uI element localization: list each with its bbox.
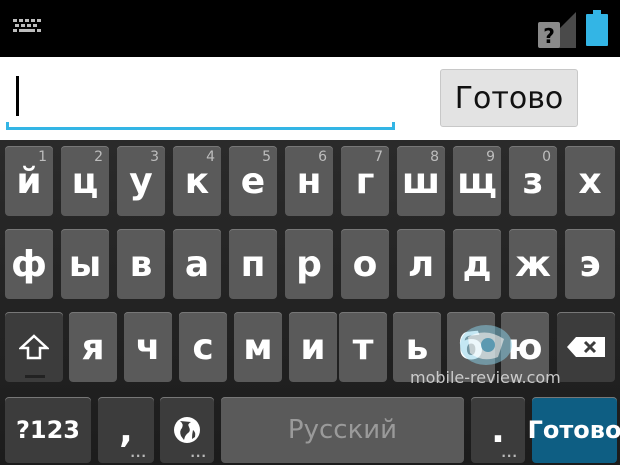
key-9[interactable]: щ9 — [453, 146, 501, 216]
done-button[interactable]: Готово — [440, 69, 578, 127]
key-2[interactable]: ц2 — [61, 146, 109, 216]
done-action-key[interactable]: Готово — [528, 397, 620, 463]
text-input[interactable] — [6, 57, 395, 130]
period-key[interactable]: .... — [471, 397, 525, 463]
key-row3-1[interactable]: я — [69, 312, 117, 382]
globe-icon — [174, 417, 200, 443]
key-1[interactable]: й1 — [5, 146, 53, 216]
watermark-logo — [460, 325, 512, 365]
keyboard-notification-icon — [13, 19, 41, 32]
key-row3-2[interactable]: ч — [124, 312, 172, 382]
input-underline — [6, 122, 395, 130]
key-11[interactable]: х — [565, 146, 615, 216]
key-row2-1[interactable]: ф — [5, 229, 53, 299]
shift-key[interactable] — [5, 312, 63, 382]
text-input-area: Готово — [0, 57, 620, 140]
on-screen-keyboard: й1 ц2 у3 к4 е5 н6 г7 ш8 щ9 з0 х ф ы в а … — [0, 140, 620, 465]
key-10[interactable]: з0 — [509, 146, 557, 216]
key-row2-9[interactable]: д — [453, 229, 501, 299]
battery-icon — [586, 10, 608, 46]
language-key[interactable]: ... — [160, 397, 214, 463]
key-row2-11[interactable]: э — [565, 229, 615, 299]
shift-arrow-icon — [19, 334, 49, 360]
key-row2-3[interactable]: в — [117, 229, 165, 299]
key-row3-3[interactable]: с — [179, 312, 227, 382]
key-row2-6[interactable]: р — [285, 229, 333, 299]
key-row3-4[interactable]: м — [234, 312, 282, 382]
key-row2-5[interactable]: п — [229, 229, 277, 299]
key-row2-2[interactable]: ы — [61, 229, 109, 299]
key-row2-8[interactable]: л — [397, 229, 445, 299]
key-3[interactable]: у3 — [117, 146, 165, 216]
no-sim-signal-icon: ? — [538, 12, 576, 48]
key-6[interactable]: н6 — [285, 146, 333, 216]
comma-key[interactable]: ,... — [98, 397, 154, 463]
key-5[interactable]: е5 — [229, 146, 277, 216]
key-row2-10[interactable]: ж — [509, 229, 557, 299]
key-row2-7[interactable]: о — [341, 229, 389, 299]
space-key[interactable]: Русский — [221, 397, 464, 463]
key-row2-4[interactable]: а — [173, 229, 221, 299]
symbols-key[interactable]: ?123 — [5, 397, 91, 463]
backspace-key[interactable] — [557, 312, 615, 382]
status-bar: ? — [0, 0, 620, 57]
watermark-text: mobile-review.com — [410, 368, 561, 387]
key-row3-6[interactable]: т — [339, 312, 387, 382]
key-7[interactable]: г7 — [341, 146, 389, 216]
text-cursor — [16, 76, 19, 116]
key-row3-5[interactable]: и — [289, 312, 337, 382]
key-8[interactable]: ш8 — [397, 146, 445, 216]
backspace-icon — [567, 337, 605, 357]
svg-text:?: ? — [543, 24, 555, 48]
key-4[interactable]: к4 — [173, 146, 221, 216]
